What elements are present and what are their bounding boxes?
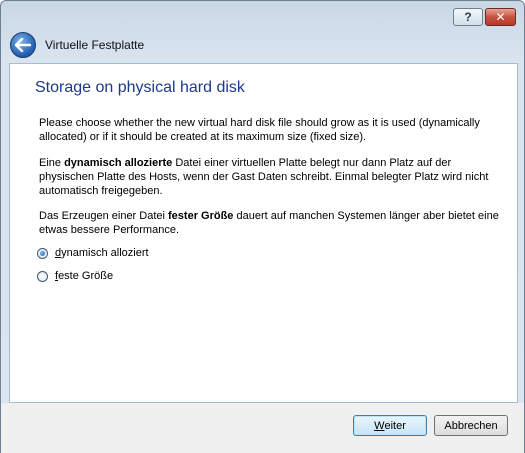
close-button[interactable]: ✕ [485,8,516,26]
help-button[interactable]: ? [453,8,483,26]
page-title: Storage on physical hard disk [35,79,245,96]
radio-fixed-label: feste Größe [55,270,114,282]
dynamic-description: Eine dynamisch allozierte Datei einer vi… [39,157,489,197]
radio-dynamic[interactable]: dynamisch alloziert [37,247,149,259]
back-button[interactable] [10,32,36,58]
window-title: Virtuelle Festplatte [45,38,145,52]
back-arrow-icon [15,38,31,52]
button-bar: Weiter Abbrechen [1,403,524,453]
radio-dynamic-label: dynamisch alloziert [55,247,149,259]
radio-fixed[interactable]: feste Größe [37,270,113,282]
next-button[interactable]: Weiter [353,415,427,436]
fixed-description: Das Erzeugen einer Datei fester Größe da… [39,210,499,236]
wizard-page: Storage on physical hard disk Please cho… [9,63,518,403]
radio-dynamic-indicator[interactable] [37,247,48,259]
dialog-window: ? ✕ Virtuelle Festplatte Storage on phys… [0,0,525,453]
radio-fixed-indicator[interactable] [37,270,48,282]
intro-text: Please choose whether the new virtual ha… [39,117,480,143]
cancel-button[interactable]: Abbrechen [434,415,508,436]
